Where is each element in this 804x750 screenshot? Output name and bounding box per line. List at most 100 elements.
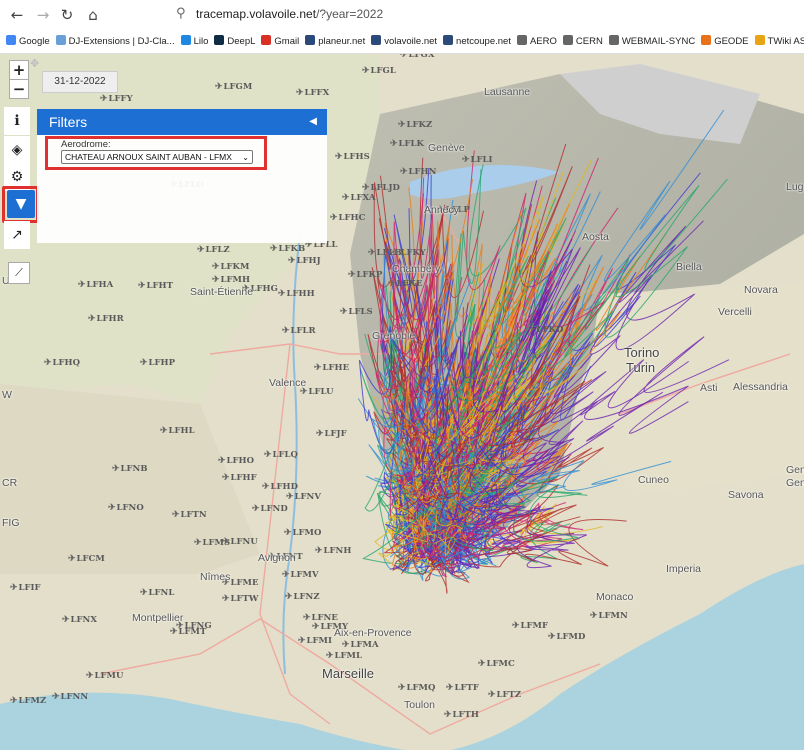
airfield-label[interactable]: LFFX xyxy=(296,88,330,98)
city-label: Savona xyxy=(728,489,764,501)
airfield-label[interactable]: LFKB xyxy=(270,244,306,254)
chart-icon[interactable]: ⟋ xyxy=(8,262,30,284)
airfield-label[interactable]: LFKD xyxy=(528,325,564,335)
date-field[interactable]: 31-12-2022 xyxy=(42,71,118,93)
bookmark-item[interactable]: netcoupe.net xyxy=(443,31,511,53)
airfield-label[interactable]: LFJF xyxy=(316,429,347,439)
bookmark-item[interactable]: volavoile.net xyxy=(371,31,437,53)
site-info-icon[interactable]: ⚲ xyxy=(176,6,186,21)
airfield-label[interactable]: LFNB xyxy=(112,464,148,474)
airfield-label[interactable]: LFMI xyxy=(298,636,332,646)
airfield-label[interactable]: LFLR xyxy=(282,326,316,336)
airfield-label[interactable]: LFHJ xyxy=(288,256,321,266)
airfield-label[interactable]: LFKM xyxy=(212,262,250,272)
airfield-label[interactable]: LFHT xyxy=(138,281,173,291)
airfield-label[interactable]: LFTW xyxy=(222,594,259,604)
airfield-label[interactable]: LFLI xyxy=(462,155,493,165)
bookmark-item[interactable]: TWiki ASG xyxy=(754,31,804,53)
bookmark-item[interactable]: WEBMAIL-SYNC xyxy=(608,31,695,53)
layers-icon[interactable]: ◈ xyxy=(4,136,30,164)
bookmark-item[interactable]: Lilo xyxy=(180,31,208,53)
airfield-label[interactable]: LFHS xyxy=(335,152,370,162)
airfield-label[interactable]: LFMZ xyxy=(10,696,47,706)
airfield-label[interactable]: LFMO xyxy=(284,528,322,538)
airfield-label[interactable]: LFMT xyxy=(170,627,207,637)
airfield-label[interactable]: LFNV xyxy=(286,492,321,502)
airfield-label[interactable]: LFND xyxy=(252,504,288,514)
airfield-label[interactable]: LFGX xyxy=(400,54,435,60)
airfield-label[interactable]: LFNX xyxy=(62,615,97,625)
url-field[interactable]: tracemap.volavoile.net/?year=2022 xyxy=(196,7,383,21)
airfield-label[interactable]: LFNZ xyxy=(285,592,320,602)
airfield-label[interactable]: LFGM xyxy=(215,82,253,92)
bookmark-item[interactable]: DeepL xyxy=(214,31,255,53)
airfield-label[interactable]: LFHD xyxy=(262,482,298,492)
airfield-label[interactable]: LFTN xyxy=(172,510,207,520)
airfield-label[interactable]: LFTZ xyxy=(488,690,522,700)
airfield-label[interactable]: LFKE xyxy=(388,279,423,289)
airfield-label[interactable]: LFMQ xyxy=(398,683,436,693)
airfield-label[interactable]: LFTH xyxy=(444,710,479,720)
airfield-label[interactable]: LFMN xyxy=(590,611,628,621)
bookmark-item[interactable]: CERN xyxy=(562,31,603,53)
airfield-label[interactable]: LFTF xyxy=(446,683,479,693)
airfield-label[interactable]: LFHC xyxy=(330,213,366,223)
airfield-label[interactable]: LFFY xyxy=(100,94,133,104)
airfield-label[interactable]: LFNL xyxy=(140,588,175,598)
city-label: Alessandria xyxy=(733,381,788,393)
forward-arrow-icon[interactable]: → xyxy=(34,6,52,24)
zoom-in-button[interactable]: + xyxy=(9,60,29,80)
drag-handle-icon[interactable]: ✥ xyxy=(30,57,39,70)
airfield-label[interactable]: LFMD xyxy=(548,632,586,642)
city-label: Saint-Étienne xyxy=(190,286,254,298)
bookmark-icon xyxy=(371,35,382,45)
airfield-label[interactable]: LFCM xyxy=(68,554,105,564)
back-arrow-icon[interactable]: ← xyxy=(8,6,26,24)
external-link-icon[interactable]: ↗ xyxy=(4,221,30,249)
airfield-label[interactable]: LFNH xyxy=(315,546,352,556)
airfield-label[interactable]: LFHR xyxy=(88,314,124,324)
airfield-label[interactable]: LFLZ xyxy=(197,245,230,255)
airfield-label[interactable]: LFHE xyxy=(314,363,350,373)
airfield-label[interactable]: LFXA xyxy=(342,193,376,203)
airfield-label[interactable]: LFHF xyxy=(222,473,257,483)
airfield-label[interactable]: LFHA xyxy=(78,280,114,290)
airfield-label[interactable]: LFMA xyxy=(342,640,379,650)
airfield-label[interactable]: LFNN xyxy=(52,692,89,702)
airfield-label[interactable]: LFHL xyxy=(160,426,195,436)
info-icon[interactable]: ℹ xyxy=(4,107,30,135)
airfield-label[interactable]: LFMF xyxy=(512,621,548,631)
bookmark-item[interactable]: GEODE xyxy=(701,31,749,53)
city-label: Biella xyxy=(676,261,702,273)
bookmark-item[interactable]: Gmail xyxy=(261,31,299,53)
airfield-label[interactable]: LFHQ xyxy=(44,358,80,368)
bookmark-item[interactable]: planeur.net xyxy=(305,31,365,53)
airfield-label[interactable]: LFHO xyxy=(218,456,254,466)
airfield-label[interactable]: LFLQ xyxy=(264,450,298,460)
home-icon[interactable]: ⌂ xyxy=(84,6,102,24)
airfield-label[interactable]: LFKZ xyxy=(398,120,433,130)
city-label: Vercelli xyxy=(718,306,752,318)
airfield-label[interactable]: LFHH xyxy=(278,289,315,299)
airfield-label[interactable]: LFMV xyxy=(282,570,319,580)
airfield-label[interactable]: LFHN xyxy=(400,167,437,177)
reload-icon[interactable]: ↻ xyxy=(58,6,76,24)
bookmark-item[interactable]: Google xyxy=(6,31,50,53)
airfield-label[interactable]: LFMU xyxy=(86,671,124,681)
airfield-label[interactable]: LFGL xyxy=(362,66,396,76)
zoom-out-button[interactable]: − xyxy=(9,79,29,99)
airfield-label[interactable]: LFLJD xyxy=(362,183,400,193)
collapse-icon[interactable]: ◀ xyxy=(309,109,317,135)
airfield-label[interactable]: LFKY xyxy=(392,248,426,258)
airfield-label[interactable]: LFLK xyxy=(390,139,424,149)
airfield-label[interactable]: LFML xyxy=(326,651,362,661)
bookmark-item[interactable]: AERO xyxy=(516,31,557,53)
airfield-label[interactable]: LFNU xyxy=(222,537,258,547)
airfield-label[interactable]: LFHP xyxy=(140,358,175,368)
airfield-label[interactable]: LFKP xyxy=(348,270,383,280)
airfield-label[interactable]: LFNO xyxy=(108,503,144,513)
airfield-label[interactable]: LFLS xyxy=(340,307,373,317)
bookmark-item[interactable]: DJ-Extensions | DJ-Cla... xyxy=(55,31,175,53)
airfield-label[interactable]: LFIF xyxy=(10,583,41,593)
airfield-label[interactable]: LFMC xyxy=(478,659,515,669)
